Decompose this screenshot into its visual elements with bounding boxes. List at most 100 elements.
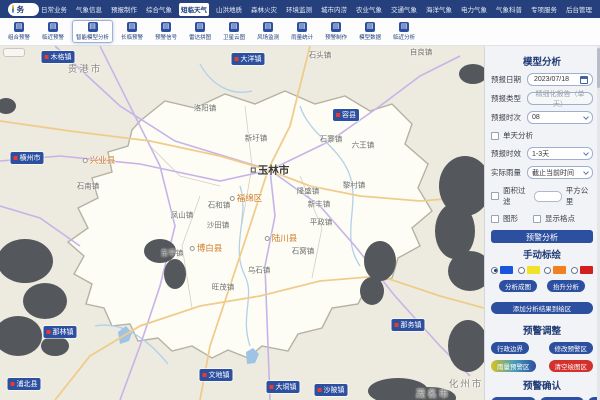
color-radio[interactable] — [491, 267, 498, 274]
map-label: 福绵区 — [230, 192, 263, 204]
tool-icon: ▤ — [195, 22, 205, 32]
清空绘图区-button[interactable]: 清空绘图区 — [549, 360, 594, 372]
tool-label: 模型数据 — [359, 33, 381, 41]
map-scale-control[interactable] — [3, 48, 25, 57]
toolbar-item[interactable]: ▤风场监测 — [253, 20, 283, 43]
toolbar-item[interactable]: ▤雷达拼图 — [185, 20, 215, 43]
toolbar-item[interactable]: ▤卫星云图 — [219, 20, 249, 43]
graphic-checkbox[interactable] — [491, 215, 499, 223]
toolbar-item[interactable]: ▤智能模型分析 — [72, 20, 113, 43]
top-menu-item[interactable]: 电力气象 — [459, 3, 489, 16]
top-menu-item[interactable]: 日常业务 — [39, 3, 69, 16]
map-label-text: 木格镇 — [51, 52, 72, 62]
color-swatch[interactable] — [527, 266, 540, 274]
color-swatch[interactable] — [553, 266, 566, 274]
add-analysis-to-draw-button[interactable]: 添加分析结果到绘区 — [491, 302, 593, 314]
draw-color-option[interactable] — [491, 266, 513, 274]
adjust-button-row-2: 雨量预警区 清空绘图区 — [491, 360, 593, 372]
top-menu-item[interactable]: 森林火灾 — [249, 3, 279, 16]
map-label-text: 文地镇 — [209, 370, 230, 380]
map-label: 贵港市 — [68, 61, 103, 75]
map-label: 大垌镇 — [267, 381, 300, 393]
top-menu-item[interactable]: 预报制作 — [109, 3, 139, 16]
top-menu-item[interactable]: 综合气象 — [144, 3, 174, 16]
forecast-time-select[interactable]: 08 — [527, 111, 593, 124]
show-grid-checkbox[interactable] — [533, 215, 541, 223]
map-label-text: 兴业县 — [90, 154, 116, 166]
chevron-down-icon — [583, 150, 589, 156]
toolbar-item[interactable]: ▤长临预警 — [117, 20, 147, 43]
color-radio[interactable] — [544, 267, 551, 274]
top-menu-item[interactable]: 后台管理 — [564, 3, 594, 16]
top-menu-item[interactable]: 气象科普 — [494, 3, 524, 16]
area-filter-input[interactable] — [534, 191, 561, 202]
tool-icon: ▤ — [297, 22, 307, 32]
area-filter-checkbox[interactable] — [491, 192, 499, 200]
map-label: 木格镇 — [42, 51, 75, 63]
toolbar-item[interactable]: ▤临近预警 — [38, 20, 68, 43]
forecast-date-label: 预报日期 — [491, 74, 523, 85]
top-menu-item[interactable]: 海洋气象 — [424, 3, 454, 16]
map-base-layer — [0, 46, 484, 400]
pin-marker-icon — [270, 385, 274, 389]
rainfall-select[interactable]: 截止当前时间 — [527, 166, 593, 179]
map-label-text: 博白县 — [197, 242, 223, 254]
top-menu-item[interactable]: 短临天气 — [179, 3, 209, 16]
抬升分析-button[interactable]: 抬升分析 — [547, 280, 585, 292]
map-label-text: 玉林市 — [258, 163, 290, 178]
top-menu-item[interactable]: 专项服务 — [529, 3, 559, 16]
color-radio[interactable] — [518, 267, 525, 274]
tool-label: 预警制作 — [325, 33, 347, 41]
toolbar-item[interactable]: ▤组合预警 — [4, 20, 34, 43]
top-menu-item[interactable]: 交通气象 — [389, 3, 419, 16]
top-menu-item[interactable]: 城市内涝 — [319, 3, 349, 16]
top-menu-item[interactable]: 农业气象 — [354, 3, 384, 16]
map-canvas[interactable]: 贵港市木格镇大洋镇石头镇自良镇容县洛阳镇新圩镇石寨镇六王镇横州市兴业县石南镇玉林… — [0, 46, 484, 400]
toolbar-item[interactable]: ▤预警制作 — [321, 20, 351, 43]
county-marker-icon — [190, 246, 195, 251]
forecast-date-field[interactable] — [527, 73, 593, 86]
warning-analysis-button[interactable]: 预警分析 — [491, 230, 593, 243]
draw-color-option[interactable] — [544, 266, 566, 274]
map-label: 茂名市 — [416, 386, 451, 400]
toolbar-item[interactable]: ▤雨量统计 — [287, 20, 317, 43]
color-swatch[interactable] — [500, 266, 513, 274]
修改预警区-button[interactable]: 修改预警区 — [549, 342, 594, 354]
county-marker-icon — [265, 236, 270, 241]
color-swatch[interactable] — [580, 266, 593, 274]
map-label-text: 石南镇 — [77, 181, 100, 192]
county-marker-icon — [83, 158, 88, 163]
map-label: 玉林市 — [251, 163, 290, 178]
calendar-icon[interactable] — [580, 76, 588, 84]
map-label-text: 化州市 — [449, 376, 484, 390]
pin-marker-icon — [395, 323, 399, 327]
map-label-text: 石寨镇 — [320, 134, 343, 145]
toolbar-item[interactable]: ▤预警信号 — [151, 20, 181, 43]
map-label: 博白县 — [190, 242, 223, 254]
map-label-text: 福绵区 — [237, 192, 263, 204]
map-label-text: 石头镇 — [309, 50, 332, 61]
toolbar-item[interactable]: ▤临近分析 — [389, 20, 419, 43]
validity-select[interactable]: 1-3天 — [527, 147, 593, 160]
single-day-checkbox[interactable] — [491, 132, 499, 140]
draw-color-option[interactable] — [571, 266, 593, 274]
行政边界-button[interactable]: 行政边界 — [491, 342, 529, 354]
分析成图-button[interactable]: 分析成图 — [499, 280, 537, 292]
tool-icon: ▤ — [399, 22, 409, 32]
tool-icon: ▤ — [88, 22, 98, 32]
map-label-text: 新丰镇 — [308, 199, 331, 210]
toolbar-item[interactable]: ▤模型数据 — [355, 20, 385, 43]
color-radio[interactable] — [571, 267, 578, 274]
map-label-text: 那林镇 — [53, 327, 74, 337]
top-bar: 玉林市业务制作系统 日常业务气象信息预报制作综合气象短临天气山洪地质森林火灾环境… — [0, 0, 600, 18]
top-menu-item[interactable]: 气象信息 — [74, 3, 104, 16]
top-menu-item[interactable]: 环境监测 — [284, 3, 314, 16]
forecast-date-input[interactable] — [532, 75, 578, 84]
map-label: 隆盛镇 — [297, 186, 320, 197]
draw-color-option[interactable] — [518, 266, 540, 274]
chevron-down-icon — [583, 169, 589, 175]
雨量预警区-button[interactable]: 雨量预警区 — [491, 360, 536, 372]
top-menu-item[interactable]: 山洪地质 — [214, 3, 244, 16]
top-menu: 日常业务气象信息预报制作综合气象短临天气山洪地质森林火灾环境监测城市内涝农业气象… — [39, 3, 594, 16]
tool-icon: ▤ — [127, 22, 137, 32]
